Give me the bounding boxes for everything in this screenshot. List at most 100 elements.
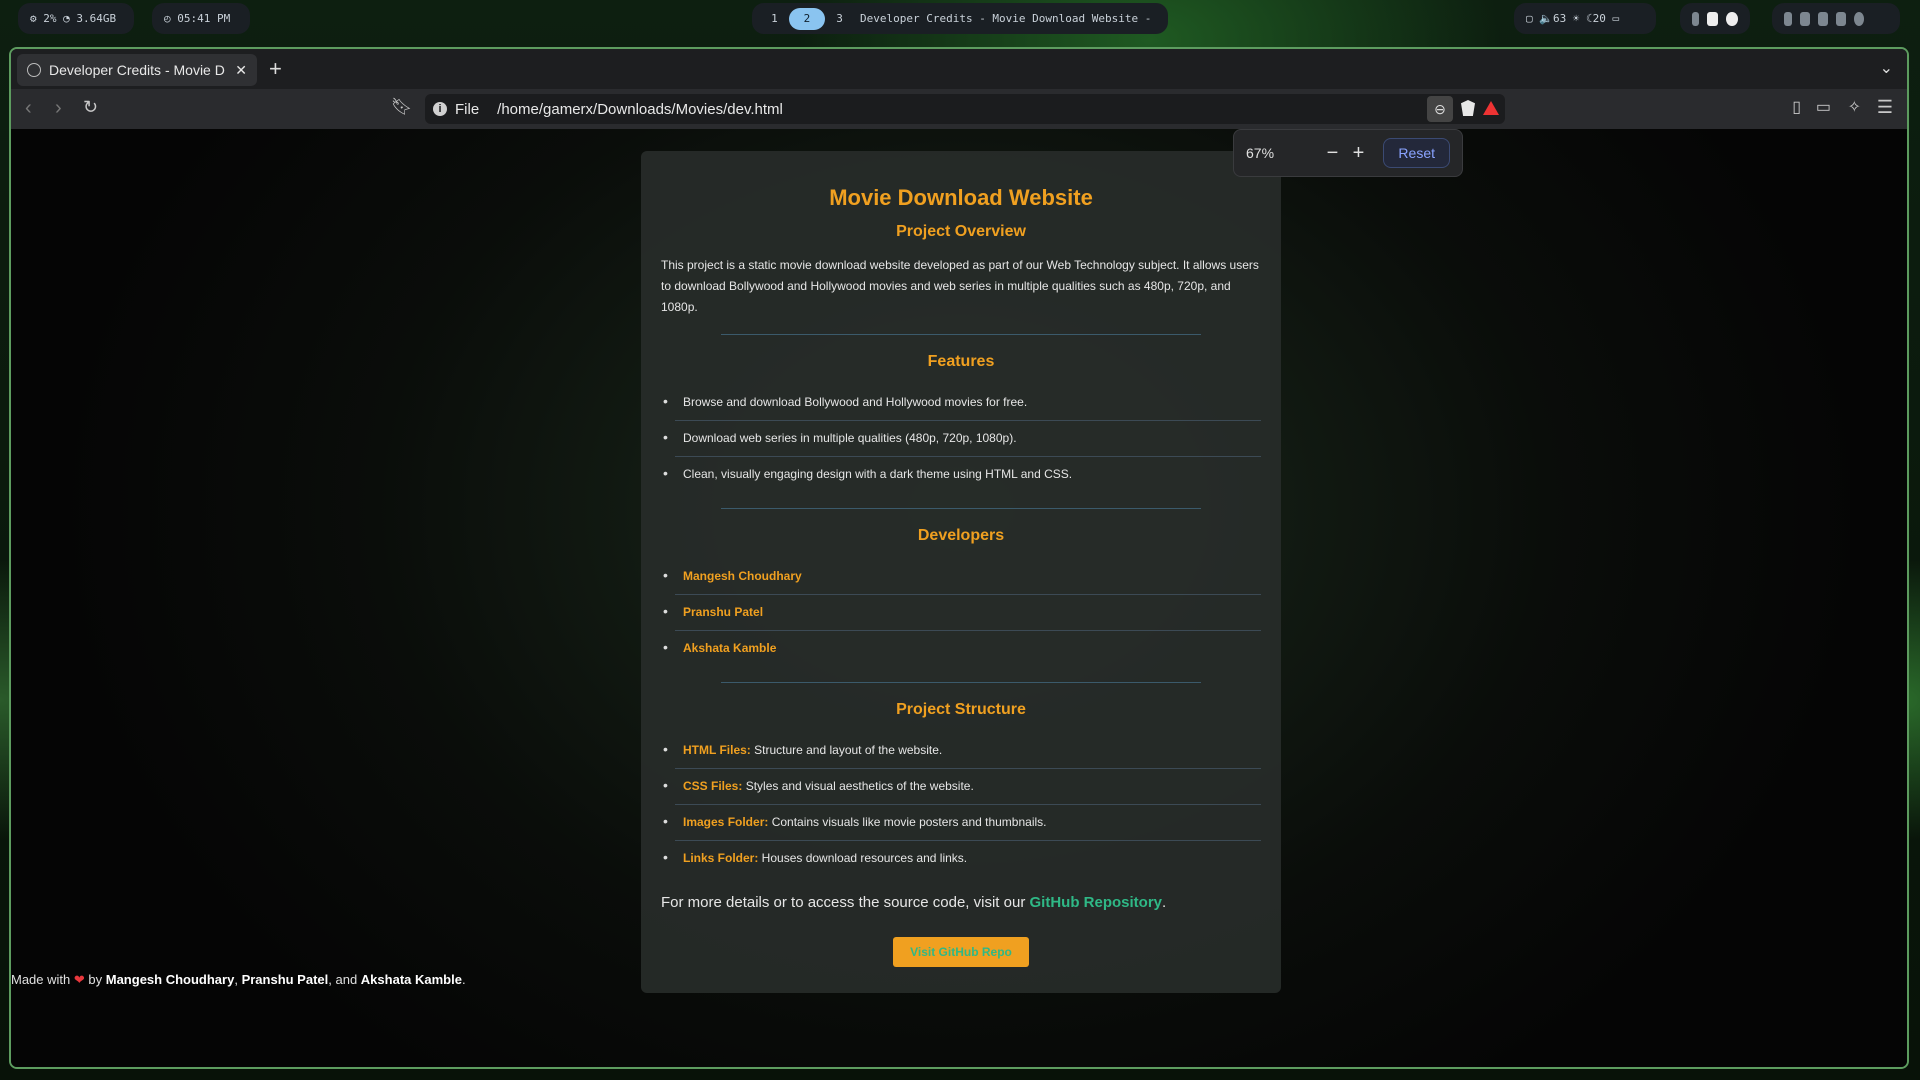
address-bar[interactable]: i File /home/gamerx/Downloads/Movies/dev… xyxy=(425,94,1505,124)
footer-name: Mangesh Choudhary xyxy=(105,972,235,987)
features-list: Browse and download Bollywood and Hollyw… xyxy=(661,385,1261,492)
workspace-3[interactable]: 3 xyxy=(829,8,850,30)
structure-key: CSS Files: xyxy=(683,779,743,793)
list-item: CSS Files: Styles and visual aesthetics … xyxy=(663,769,1261,805)
zoom-reset-button[interactable]: Reset xyxy=(1383,138,1450,168)
zoom-popup: 67% − + Reset xyxy=(1233,129,1463,177)
footer: Made with ❤ by Mangesh Choudhary, Pransh… xyxy=(11,972,466,988)
system-stats: ⚙ 2% ◔ 3.64GB xyxy=(18,3,134,34)
forward-icon[interactable]: › xyxy=(55,97,62,120)
leo-ai-icon[interactable]: ✧ xyxy=(1848,97,1861,117)
footer-text: . xyxy=(461,972,466,987)
tab-title: Developer Credits - Movie D xyxy=(49,62,225,78)
visit-github-button[interactable]: Visit GitHub Repo xyxy=(893,937,1029,967)
apps-icon[interactable] xyxy=(1818,11,1828,26)
footer-name: Pranshu Patel xyxy=(241,972,329,987)
footer-text: , xyxy=(234,972,242,987)
more-details: For more details or to access the source… xyxy=(661,894,1261,911)
menu-icon[interactable]: ☰ xyxy=(1877,97,1893,118)
page-title: Movie Download Website xyxy=(829,185,1093,210)
new-tab-icon[interactable]: + xyxy=(269,56,282,82)
zoom-out-indicator-icon[interactable]: ⊖ xyxy=(1427,96,1453,122)
structure-desc: Structure and layout of the website. xyxy=(750,743,943,757)
developer-name: Mangesh Choudhary xyxy=(683,569,802,583)
heart-icon: ❤ xyxy=(73,972,85,987)
structure-heading: Project Structure xyxy=(896,701,1026,718)
features-heading: Features xyxy=(927,353,995,370)
browser-window: Developer Credits - Movie D ✕ + ⌄ ‹ › ↻ … xyxy=(9,47,1909,1069)
structure-key: Images Folder: xyxy=(683,815,769,829)
sidebar-icon[interactable]: ▯ xyxy=(1792,97,1801,117)
tray-readout: ▢ 🔈63 ☀ ☾20 ▭ xyxy=(1526,12,1620,25)
overview-text: This project is a static movie download … xyxy=(661,258,1259,314)
cpu-memory-readout: ⚙ 2% ◔ 3.64GB xyxy=(30,12,117,25)
structure-desc: Houses download resources and links. xyxy=(758,851,968,865)
back-icon[interactable]: ‹ xyxy=(25,97,32,120)
structure-key: Links Folder: xyxy=(683,851,759,865)
brave-shields-icon[interactable] xyxy=(1461,100,1475,116)
zoom-level: 67% xyxy=(1246,145,1275,161)
reload-icon[interactable]: ↻ xyxy=(83,97,98,118)
github-link[interactable]: GitHub Repository xyxy=(1030,894,1163,911)
structure-desc: Contains visuals like movie posters and … xyxy=(768,815,1047,829)
web-page: Movie Download Website Project Overview … xyxy=(11,129,1907,1067)
list-item: Akshata Kamble xyxy=(663,631,1261,666)
system-top-bar: ⚙ 2% ◔ 3.64GB ◴ 05:41 PM 1 2 3 Developer… xyxy=(0,0,1920,38)
footer-name: Akshata Kamble xyxy=(360,972,462,987)
tray-apps xyxy=(1680,3,1750,34)
settings-icon[interactable] xyxy=(1800,11,1810,26)
zoom-out-button[interactable]: − xyxy=(1319,142,1345,165)
list-item: Clean, visually engaging design with a d… xyxy=(663,457,1261,492)
url-scheme-label: File xyxy=(455,100,480,118)
active-window-title: Developer Credits - Movie Download Websi… xyxy=(859,12,1156,25)
brave-rewards-icon[interactable] xyxy=(1483,101,1499,115)
list-item: Images Folder: Contains visuals like mov… xyxy=(663,805,1261,841)
divider xyxy=(721,334,1201,335)
system-tray[interactable]: ▢ 🔈63 ☀ ☾20 ▭ xyxy=(1514,3,1656,34)
more-text: For more details or to access the source… xyxy=(661,894,1030,911)
list-item: Links Folder: Houses download resources … xyxy=(663,841,1261,876)
structure-list: HTML Files: Structure and layout of the … xyxy=(661,733,1261,876)
display-icon[interactable] xyxy=(1706,11,1719,26)
list-item: Mangesh Choudhary xyxy=(663,559,1261,595)
globe-icon xyxy=(27,63,41,77)
footer-text: Made with xyxy=(11,972,74,987)
structure-key: HTML Files: xyxy=(683,743,751,757)
overview-heading: Project Overview xyxy=(896,223,1026,240)
list-item: Browse and download Bollywood and Hollyw… xyxy=(663,385,1261,421)
power-menu xyxy=(1772,3,1900,34)
power-icon[interactable] xyxy=(1854,11,1864,26)
logout-icon[interactable] xyxy=(1836,11,1846,26)
list-item: Pranshu Patel xyxy=(663,595,1261,631)
workspace-2[interactable]: 2 xyxy=(788,7,826,30)
phone-icon[interactable] xyxy=(1692,11,1699,26)
tab-strip: Developer Credits - Movie D ✕ + ⌄ xyxy=(11,49,1907,89)
navigation-toolbar: ‹ › ↻ 🔖︎ i File /home/gamerx/Downloads/M… xyxy=(11,89,1907,129)
tab-list-chevron-icon[interactable]: ⌄ xyxy=(1880,58,1893,78)
credits-card: Movie Download Website Project Overview … xyxy=(641,151,1281,993)
workspace-1[interactable]: 1 xyxy=(764,8,785,30)
tab-developer-credits[interactable]: Developer Credits - Movie D ✕ xyxy=(17,54,257,86)
lock-icon[interactable] xyxy=(1784,11,1792,26)
developers-list: Mangesh Choudhary Pranshu Patel Akshata … xyxy=(661,559,1261,666)
divider xyxy=(721,682,1201,683)
developer-name: Pranshu Patel xyxy=(683,605,764,619)
wallet-icon[interactable]: ▭ xyxy=(1816,97,1831,117)
developer-name: Akshata Kamble xyxy=(683,641,777,655)
bookmark-icon[interactable]: 🔖︎ xyxy=(391,97,413,117)
close-tab-icon[interactable]: ✕ xyxy=(235,62,247,79)
url-text[interactable]: /home/gamerx/Downloads/Movies/dev.html xyxy=(497,101,783,118)
structure-desc: Styles and visual aesthetics of the webs… xyxy=(742,779,974,793)
steam-icon[interactable] xyxy=(1726,11,1739,26)
footer-text: , and xyxy=(328,972,361,987)
zoom-in-button[interactable]: + xyxy=(1345,142,1371,165)
footer-text: by xyxy=(84,972,106,987)
list-item: HTML Files: Structure and layout of the … xyxy=(663,733,1261,769)
clock-text: ◴ 05:41 PM xyxy=(164,12,231,25)
workspace-switcher: 1 2 3 Developer Credits - Movie Download… xyxy=(752,3,1168,34)
list-item: Download web series in multiple qualitie… xyxy=(663,421,1261,457)
developers-heading: Developers xyxy=(917,527,1005,544)
info-icon[interactable]: i xyxy=(433,102,447,116)
divider xyxy=(721,508,1201,509)
clock[interactable]: ◴ 05:41 PM xyxy=(152,3,250,34)
